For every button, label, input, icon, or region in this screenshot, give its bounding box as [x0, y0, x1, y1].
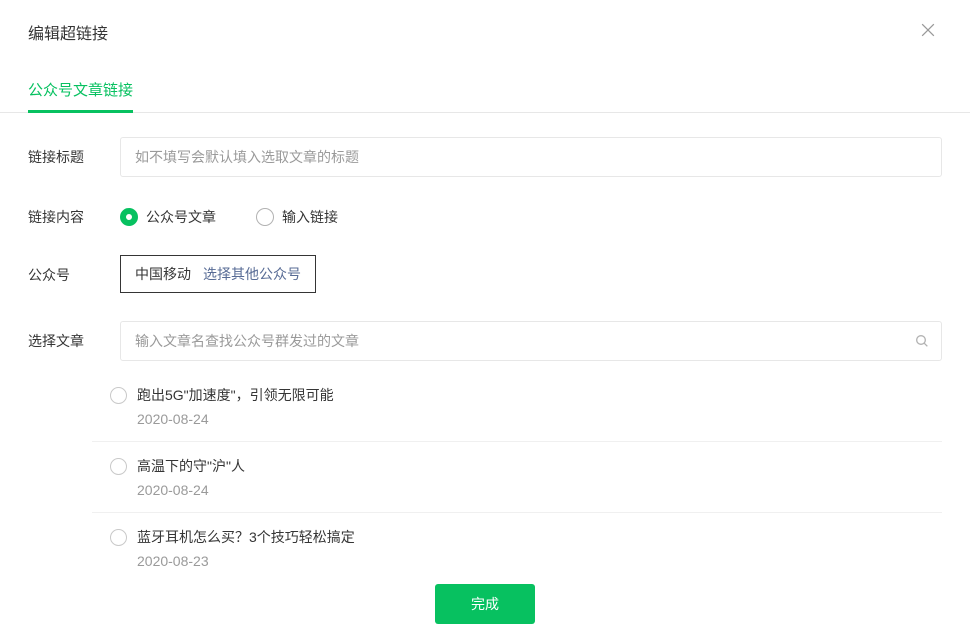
- account-box: 中国移动 选择其他公众号: [120, 255, 316, 293]
- article-title: 跑出5G"加速度"，引领无限可能: [137, 385, 942, 405]
- form: 链接标题 链接内容 公众号文章 输入链接: [0, 113, 970, 361]
- radio-unchecked-icon: [110, 387, 127, 404]
- tabs: 公众号文章链接: [0, 68, 970, 113]
- submit-button[interactable]: 完成: [435, 584, 535, 624]
- label-link-title: 链接标题: [28, 137, 120, 167]
- dialog-title: 编辑超链接: [28, 20, 108, 44]
- switch-account-link[interactable]: 选择其他公众号: [203, 264, 301, 284]
- article-item[interactable]: 高温下的守"沪"人 2020-08-24: [92, 442, 942, 513]
- link-title-input[interactable]: [120, 137, 942, 177]
- article-search-input[interactable]: [120, 321, 942, 361]
- close-icon: [918, 20, 938, 40]
- radio-url[interactable]: 输入链接: [256, 207, 338, 227]
- label-select-article: 选择文章: [28, 321, 120, 351]
- row-select-article: 选择文章: [28, 321, 942, 361]
- dialog-footer: 完成: [0, 584, 970, 624]
- article-title: 高温下的守"沪"人: [137, 456, 942, 476]
- row-account: 公众号 中国移动 选择其他公众号: [28, 255, 942, 293]
- article-title: 蓝牙耳机怎么买？3个技巧轻松搞定: [137, 527, 942, 547]
- radio-url-label: 输入链接: [282, 207, 338, 227]
- article-date: 2020-08-24: [137, 411, 942, 427]
- radio-article[interactable]: 公众号文章: [120, 207, 216, 227]
- radio-unchecked-icon: [110, 529, 127, 546]
- article-date: 2020-08-23: [137, 553, 942, 569]
- link-content-radio-group: 公众号文章 输入链接: [120, 205, 942, 227]
- article-item[interactable]: 跑出5G"加速度"，引领无限可能 2020-08-24: [92, 371, 942, 442]
- article-item[interactable]: 蓝牙耳机怎么买？3个技巧轻松搞定 2020-08-23: [92, 513, 942, 583]
- close-button[interactable]: [918, 20, 942, 44]
- search-icon[interactable]: [914, 333, 930, 349]
- label-link-content: 链接内容: [28, 205, 120, 227]
- article-date: 2020-08-24: [137, 482, 942, 498]
- article-list: 跑出5G"加速度"，引领无限可能 2020-08-24 高温下的守"沪"人 20…: [0, 371, 970, 583]
- tab-article-link[interactable]: 公众号文章链接: [28, 69, 133, 113]
- radio-article-label: 公众号文章: [146, 207, 216, 227]
- dialog-header: 编辑超链接: [0, 0, 970, 60]
- row-link-title: 链接标题: [28, 137, 942, 177]
- radio-unchecked-icon: [110, 458, 127, 475]
- edit-hyperlink-dialog: 编辑超链接 公众号文章链接 链接标题 链接内容 公众号文章: [0, 0, 970, 638]
- radio-unchecked-icon: [256, 208, 274, 226]
- radio-checked-icon: [120, 208, 138, 226]
- account-name: 中国移动: [135, 264, 191, 284]
- label-account: 公众号: [28, 255, 120, 285]
- row-link-content: 链接内容 公众号文章 输入链接: [28, 205, 942, 227]
